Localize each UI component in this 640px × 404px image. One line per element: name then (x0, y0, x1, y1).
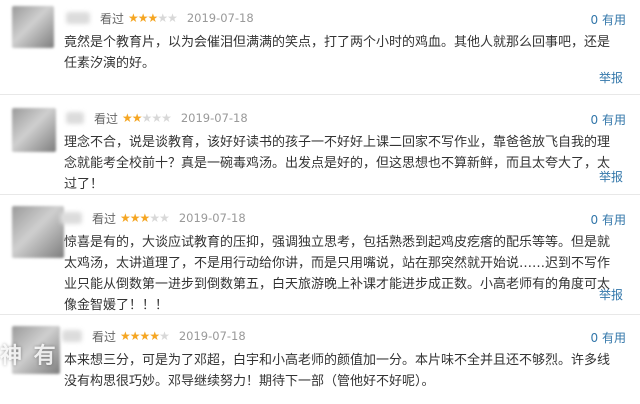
rating-stars: ★ ★ ★ ★ ★ (120, 211, 170, 225)
username[interactable] (62, 330, 82, 342)
review-item: 看过 ★ ★ ★ ★ ★ 2019-07-18 0 有用 惊喜是有的，大谈应试教育的压抑… (0, 206, 640, 313)
rating-stars: ★ ★ ★ ★ ★ (122, 111, 172, 125)
review-meta: 看过 ★ ★ ★ ★ ★ 2019-07-18 (60, 208, 246, 228)
review-text: 惊喜是有的，大谈应试教育的压抑，强调独立思考，包括熟悉到起鸡皮疙瘩的配乐等等。但… (64, 235, 611, 313)
avatar[interactable] (12, 206, 64, 258)
review-date: 2019-07-18 (186, 11, 254, 25)
report-link[interactable]: 举报 (599, 69, 623, 86)
star-filled-icon: ★ (139, 211, 151, 225)
watched-status: 看过 (92, 329, 117, 344)
star-empty-icon: ★ (157, 11, 168, 25)
username[interactable] (66, 112, 84, 124)
star-filled-icon: ★ (137, 11, 149, 25)
star-empty-icon: ★ (159, 211, 170, 225)
review-text: 竟然是个教育片，以为会催泪但满满的笑点，打了两个小时的鸡血。其他人就那么回事吧，… (64, 35, 611, 71)
review-text: 本来想三分，可是为了邓超，白宇和小高老师的颜值加一分。本片味不全并且还不够烈。许… (64, 353, 611, 389)
star-filled-icon: ★ (120, 329, 131, 343)
username[interactable] (60, 212, 82, 224)
review-date: 2019-07-18 (178, 211, 246, 225)
watched-status: 看过 (94, 111, 119, 126)
star-filled-icon: ★ (129, 329, 141, 343)
star-empty-icon: ★ (159, 329, 170, 343)
useful-button[interactable]: 0 有用 (591, 211, 626, 228)
report-link[interactable]: 举报 (599, 168, 623, 185)
star-empty-icon: ★ (141, 111, 153, 125)
review-meta: 看过 ★ ★ ★ ★ ★ 2019-07-18 (66, 8, 254, 28)
useful-button[interactable]: 0 有用 (591, 329, 626, 346)
avatar[interactable] (12, 108, 56, 152)
username[interactable] (66, 12, 90, 24)
star-filled-icon: ★ (149, 329, 160, 343)
watermark: 神 有 (0, 344, 58, 369)
review-item: 看过 ★ ★ ★ ★ ★ 2019-07-18 0 有用 竟然是个教育片，以为会催泪但满… (0, 6, 640, 90)
divider (0, 94, 640, 95)
star-filled-icon: ★ (147, 11, 159, 25)
rating-stars: ★ ★ ★ ★ ★ (128, 11, 178, 25)
star-filled-icon: ★ (129, 211, 141, 225)
review-text: 理念不合，说是谈教育，该好好读书的孩子一不好好上课二回家不写作业，靠爸爸放飞自我… (64, 135, 611, 192)
review-item: 看过 ★ ★ ★ ★ ★ 2019-07-18 0 有用 本来想三分，可是为了邓超，白宇… (0, 326, 640, 404)
star-filled-icon: ★ (139, 329, 151, 343)
review-date: 2019-07-18 (178, 329, 246, 343)
star-filled-icon: ★ (122, 111, 133, 125)
review-item: 看过 ★ ★ ★ ★ ★ 2019-07-18 0 有用 理念不合，说是谈教育，该好好读… (0, 108, 640, 192)
star-empty-icon: ★ (161, 111, 172, 125)
review-meta: 看过 ★ ★ ★ ★ ★ 2019-07-18 (66, 108, 248, 128)
rating-stars: ★ ★ ★ ★ ★ (120, 329, 170, 343)
report-link[interactable]: 举报 (599, 286, 623, 303)
star-empty-icon: ★ (149, 211, 160, 225)
star-filled-icon: ★ (120, 211, 131, 225)
review-date: 2019-07-18 (180, 111, 248, 125)
star-filled-icon: ★ (131, 111, 143, 125)
divider (0, 314, 640, 315)
watched-status: 看过 (92, 211, 117, 226)
useful-button[interactable]: 0 有用 (591, 11, 626, 28)
divider (0, 194, 640, 195)
star-empty-icon: ★ (151, 111, 162, 125)
useful-button[interactable]: 0 有用 (591, 111, 626, 128)
avatar[interactable] (12, 6, 54, 48)
star-empty-icon: ★ (167, 11, 178, 25)
review-meta: 看过 ★ ★ ★ ★ ★ 2019-07-18 (62, 326, 246, 346)
star-filled-icon: ★ (128, 11, 139, 25)
watched-status: 看过 (100, 11, 125, 26)
